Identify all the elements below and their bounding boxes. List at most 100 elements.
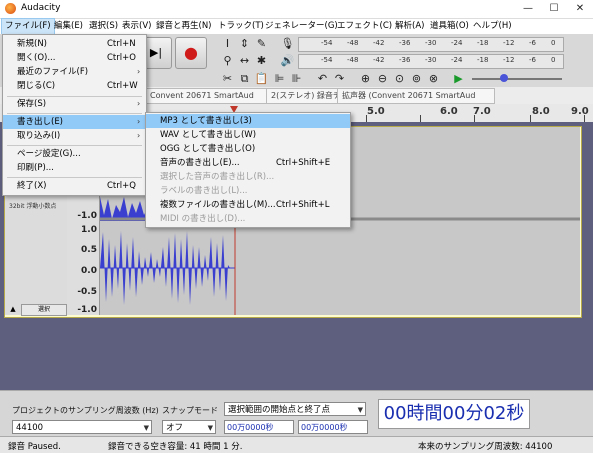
file-menu-open[interactable]: 開く(O)... Ctrl+O [3,51,146,65]
maximize-button[interactable]: ☐ [541,0,567,18]
project-rate-select[interactable]: 44100 ▼ [12,420,152,434]
ruler-tick [366,115,367,122]
selection-start-time[interactable]: 00万0000秒 [224,420,294,434]
zoom-toggle-icon[interactable]: ⊗ [426,71,441,86]
playback-device-select[interactable]: 拡声器 (Convent 20671 SmartAud [337,88,495,104]
silence-icon[interactable]: ⊪ [289,71,304,86]
export-mp3[interactable]: MP3 として書き出し(3) [146,114,350,128]
menu-effect[interactable]: エフェクト(C) [334,19,395,34]
minimize-button[interactable]: — [515,0,541,18]
record-meter[interactable]: -54 -48 -42 -36 -30 -24 -18 -12 -6 0 [298,37,564,52]
export-multiple[interactable]: 複数ファイルの書き出し(M)... Ctrl+Shift+L [146,198,350,212]
menu-tools[interactable]: 道具箱(O) [427,19,472,34]
export-wav[interactable]: WAV として書き出し(W) [146,128,350,142]
export-labels[interactable]: ラベルの書き出し(L)... [146,184,350,198]
copy-icon[interactable]: ⧉ [237,71,252,86]
menu-select[interactable]: 選択(S) [86,19,121,34]
audio-position-display[interactable]: 00時間00分02秒 [378,399,530,429]
snap-mode-select[interactable]: オフ ▼ [162,420,216,434]
menu-item-label: OGG として書き出し(O) [160,144,256,154]
recording-channels-select[interactable]: 2(ステレオ) 録音チャ [266,88,344,104]
draw-tool-icon[interactable]: ✎ [254,36,269,51]
ruler-tick [420,115,421,122]
menu-item-label: MIDI の書き出し(D)... [160,214,246,224]
menu-help[interactable]: ヘルプ(H) [470,19,515,34]
selection-tool-icon[interactable]: I [220,36,235,51]
speaker-icon[interactable]: 🔊 [280,53,295,68]
file-menu-exit[interactable]: 終了(X) Ctrl+Q [3,179,146,193]
fit-selection-icon[interactable]: ⊙ [392,71,407,86]
zoom-out-icon[interactable]: ⊖ [375,71,390,86]
menu-tracks[interactable]: トラック(T) [215,19,267,34]
menu-separator [7,177,142,178]
file-menu-recent[interactable]: 最近のファイル(F) › [3,65,146,79]
envelope-tool-icon[interactable]: ⇕ [237,36,252,51]
meter-tick: -24 [451,39,463,47]
meter-tick: -6 [529,56,536,64]
export-midi[interactable]: MIDI の書き出し(D)... [146,212,350,226]
export-audio[interactable]: 音声の書き出し(E)... Ctrl+Shift+E [146,156,350,170]
recording-device-select[interactable]: Convent 20671 SmartAud [145,88,273,104]
menu-analyze[interactable]: 解析(A) [392,19,427,34]
cut-icon[interactable]: ✂ [220,71,235,86]
file-menu-import[interactable]: 取り込み(I) › [3,129,146,143]
meter-tick: -24 [451,56,463,64]
play-speed-slider[interactable] [472,74,562,82]
collapse-track-icon[interactable]: ▲ [7,305,19,314]
file-menu-export[interactable]: 書き出し(E) › [3,115,146,129]
submenu-arrow-icon: › [137,99,141,108]
file-menu-new[interactable]: 新規(N) Ctrl+N [3,37,146,51]
zoom-tool-icon[interactable]: ⚲ [220,53,235,68]
menu-item-label: 閉じる(C) [17,81,56,91]
slider-thumb[interactable] [500,74,508,82]
menu-edit[interactable]: 編集(E) [51,19,86,34]
close-button[interactable]: ✕ [567,0,593,18]
record-button[interactable]: ● [175,37,207,69]
select-track-button[interactable]: 選択 [21,304,67,316]
zoom-in-icon[interactable]: ⊕ [358,71,373,86]
timeshift-tool-icon[interactable]: ↔ [237,53,252,68]
menu-separator [7,113,142,114]
menu-item-label: 複数ファイルの書き出し(M)... [160,200,276,210]
redo-icon[interactable]: ↷ [332,71,347,86]
menu-item-label: 保存(S) [17,99,47,109]
chevron-down-icon: ▼ [357,406,363,414]
meter-tick: -48 [347,56,359,64]
menu-generate[interactable]: ジェネレーター(G) [262,19,341,34]
selection-range-label: 選択範囲の開始点と終了点 [228,405,331,415]
ruler-label: 6.0 [440,106,458,117]
file-menu-page-setup[interactable]: ページ設定(G)... [3,147,146,161]
microphone-icon[interactable]: 🎙 [280,36,295,51]
undo-icon[interactable]: ↶ [315,71,330,86]
fit-project-icon[interactable]: ⊚ [409,71,424,86]
export-ogg[interactable]: OGG として書き出し(O) [146,142,350,156]
menu-item-label: 最近のファイル(F) [17,67,89,77]
file-menu-close[interactable]: 閉じる(C) Ctrl+W [3,79,146,93]
multi-tool-icon[interactable]: ✱ [254,53,269,68]
playback-meter[interactable]: -54 -48 -42 -36 -30 -24 -18 -12 -6 0 [298,54,564,69]
selection-range-select[interactable]: 選択範囲の開始点と終了点 ▼ [224,402,366,416]
menu-file[interactable]: ファイル(F) [1,18,55,35]
meter-tick: -48 [347,39,359,47]
meter-tick: 0 [551,39,556,47]
meter-tick: -30 [425,56,437,64]
ruler-label: 9.0 [571,106,589,117]
chevron-down-icon: ▼ [143,424,149,432]
submenu-arrow-icon: › [137,131,141,140]
paste-icon[interactable]: 📋 [254,71,269,86]
ruler-label: 7.0 [473,106,491,117]
export-selected-audio[interactable]: 選択した音声の書き出し(R)... [146,170,350,184]
menu-view[interactable]: 表示(V) [119,19,154,34]
menu-item-label: 書き出し(E) [17,117,64,127]
export-submenu-dropdown: MP3 として書き出し(3) WAV として書き出し(W) OGG として書き出… [145,112,351,228]
status-bar: 録音 Paused. 録音できる空き容量: 41 時間 1 分. 本来のサンプリ… [0,436,593,453]
menu-item-label: 開く(O)... [17,53,56,63]
ruler-tick [474,115,475,122]
meter-tick: -54 [321,56,333,64]
play-at-speed-icon[interactable]: ▶ [451,71,466,86]
menu-transport[interactable]: 録音と再生(N) [153,19,215,34]
file-menu-print[interactable]: 印刷(P)... [3,161,146,175]
file-menu-save[interactable]: 保存(S) › [3,97,146,111]
selection-end-time[interactable]: 00万0000秒 [298,420,368,434]
trim-icon[interactable]: ⊫ [272,71,287,86]
